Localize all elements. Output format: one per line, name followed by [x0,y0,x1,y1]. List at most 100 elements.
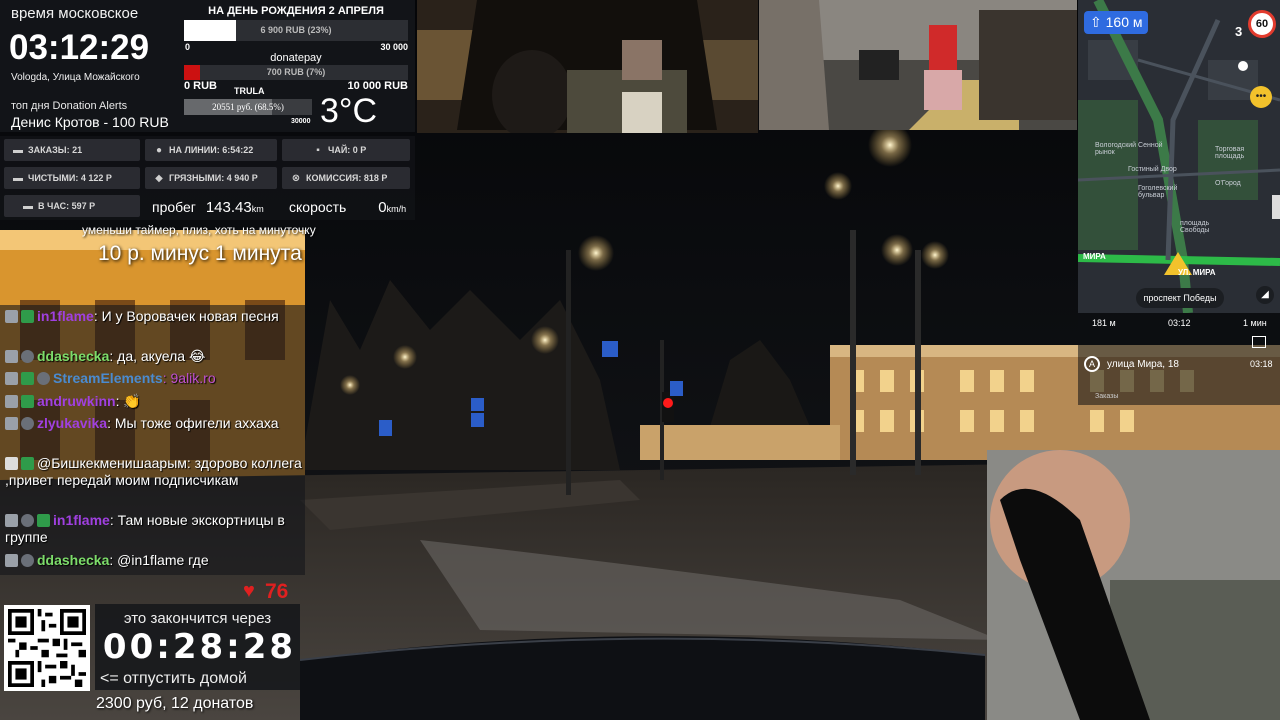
avatar-icon [21,350,34,363]
car-icon: ▬ [13,173,23,184]
percent-icon: ⊗ [291,173,301,184]
stat-tea-text: ЧАЙ: 0 Р [328,145,367,155]
release-label: <= отпустить домой [100,670,247,687]
stat-tea: ▪ ЧАЙ: 0 Р [282,139,410,161]
temperature: 3°C [320,92,378,130]
goal2-progress-bar: 700 RUB (7%) [184,65,408,80]
goal2-name: donatepay [270,52,322,64]
mileage-unit: km [251,204,264,214]
goal1-progress-bar: 6 900 RUB (23%) [184,20,408,41]
avatar-icon [21,417,34,430]
stat-orders: ▬ ЗАКАЗЫ: 21 [4,139,140,161]
stat-orders-text: ЗАКАЗЫ: 21 [28,145,83,155]
next-turn-distance: ⇧ 160 м [1084,11,1148,34]
map-label: площадь Свободы [1180,220,1210,234]
route-distance: 181 м [1092,318,1116,328]
stat-commission: ⊗ КОМИССИЯ: 818 Р [282,167,410,189]
compass-icon[interactable]: ◢ [1256,286,1274,304]
stat-per-hour: ▬ В ЧАС: 597 Р [4,195,140,217]
goal2-min: 0 RUB [184,80,218,92]
avatar-icon [21,514,34,527]
map-label: О'Город [1215,180,1241,187]
goal1-progress-text: 6 900 RUB (23%) [260,25,332,35]
stat-net-text: ЧИСТЫМИ: 4 122 Р [28,173,112,183]
chat-username: @Бишкекменишаарым [37,455,187,471]
current-street-pill: проспект Победы [1136,288,1224,308]
qr-code-image [8,609,86,687]
side-camera [759,0,1077,130]
street-label: УЛ. МИРА [1178,268,1216,277]
chat-username: StreamElements [53,370,163,386]
chat-message: ddashecka: да, акуела 😂 [5,348,305,365]
goal3-progress-text: 20551 руб. (68.5%) [212,102,284,112]
menu-icon[interactable] [1252,336,1266,348]
chat-message: zlyukavika: Мы тоже офигели аххаха [5,415,305,432]
timer-rule: 10 р. минус 1 минута [98,242,302,265]
chat-text: : Мы тоже офигели аххаха [107,415,279,431]
chat-bubble-icon[interactable]: ••• [1250,86,1272,108]
shield-icon [1238,61,1248,71]
scrollbar[interactable] [1272,195,1280,219]
subscriber-badge-icon [37,514,50,527]
stat-gross: ◆ ГРЯЗНЫМИ: 4 940 Р [145,167,277,189]
timer-hint: уменьши таймер, плиз, хоть на минуточку [82,223,316,237]
stat-per-hour-text: В ЧАС: 597 Р [38,201,96,211]
mileage-value: 143.43 [205,199,252,216]
countdown-label: это закончится через [123,610,272,627]
avatar-icon [21,554,34,567]
heart-count: 76 [265,580,289,603]
chat-text: : 9alik.ro [162,370,216,386]
top-donor-label: топ дня Donation Alerts [11,100,128,112]
map-label: Торговая площадь [1215,146,1245,160]
twitch-icon [5,350,18,363]
countdown-timer: 00:28:28 [102,627,297,667]
chat-text: : 👏 [115,393,141,409]
twitch-icon [5,372,18,385]
map-label: Гостиный Двор [1128,166,1177,173]
goal1-min: 0 [185,42,191,52]
goal3-name: TRULA [234,86,265,96]
chat-username: ddashecka [37,552,110,568]
stat-online: ● НА ЛИНИИ: 6:54:22 [145,139,277,161]
chat-message: @Бишкекменишаарым: здорово коллега ,прив… [5,455,305,489]
street-label: МИРА [1083,252,1106,261]
route-current-time: 03:12 [1168,318,1191,328]
chat-text: : И у Воровачек новая песня [93,308,279,324]
speed-unit: km/h [386,204,407,214]
avatar-icon [37,372,50,385]
clock-icon: ● [155,145,163,156]
arrival-time: 03:18 [1250,359,1273,369]
speed-value: 0 [378,199,387,216]
goal3-max: 30000 [291,118,311,125]
interior-camera [417,0,758,133]
stat-gross-text: ГРЯЗНЫМИ: 4 940 Р [169,173,258,183]
chat-username: in1flame [53,512,110,528]
chat-message: andruwkinn: 👏 [5,393,305,410]
car-icon: ▬ [13,145,23,156]
side-camera-image [759,0,1077,130]
chat-username: zlyukavika [37,415,108,431]
mileage: пробег 143.43km [152,199,264,216]
clock: 03:12:29 [9,28,150,67]
goal2-max: 10 000 RUB [347,80,408,92]
moderator-badge-icon [21,372,34,385]
twitch-icon [5,310,18,323]
orders-label[interactable]: Заказы [1095,393,1118,400]
goal-title: НА ДЕНЬ РОЖДЕНИЯ 2 АПРЕЛЯ [208,5,384,17]
chat-message: in1flame: И у Воровачек новая песня [5,308,305,325]
subscriber-badge-icon [21,395,34,408]
subscriber-badge-icon [21,310,34,323]
twitch-icon [5,395,18,408]
qr-code [4,605,90,691]
donations-summary: 2300 руб, 12 донатов [96,695,254,712]
chat-message: ddashecka: @in1flame где [5,552,305,569]
map-label: Вологодский Сенной рынок [1095,142,1163,156]
chat-message: StreamElements: 9alik.ro [5,370,305,387]
stat-commission-text: КОМИССИЯ: 818 Р [306,173,388,183]
speed: скорость 0km/h [289,199,406,216]
interior-camera-image [417,0,758,133]
stat-net: ▬ ЧИСТЫМИ: 4 122 Р [4,167,140,189]
chat-message: in1flame: Там новые экскортницы в группе [5,512,305,546]
stat-online-text: НА ЛИНИИ: 6:54:22 [169,145,254,155]
map-label: Гоголевский бульвар [1138,185,1178,199]
